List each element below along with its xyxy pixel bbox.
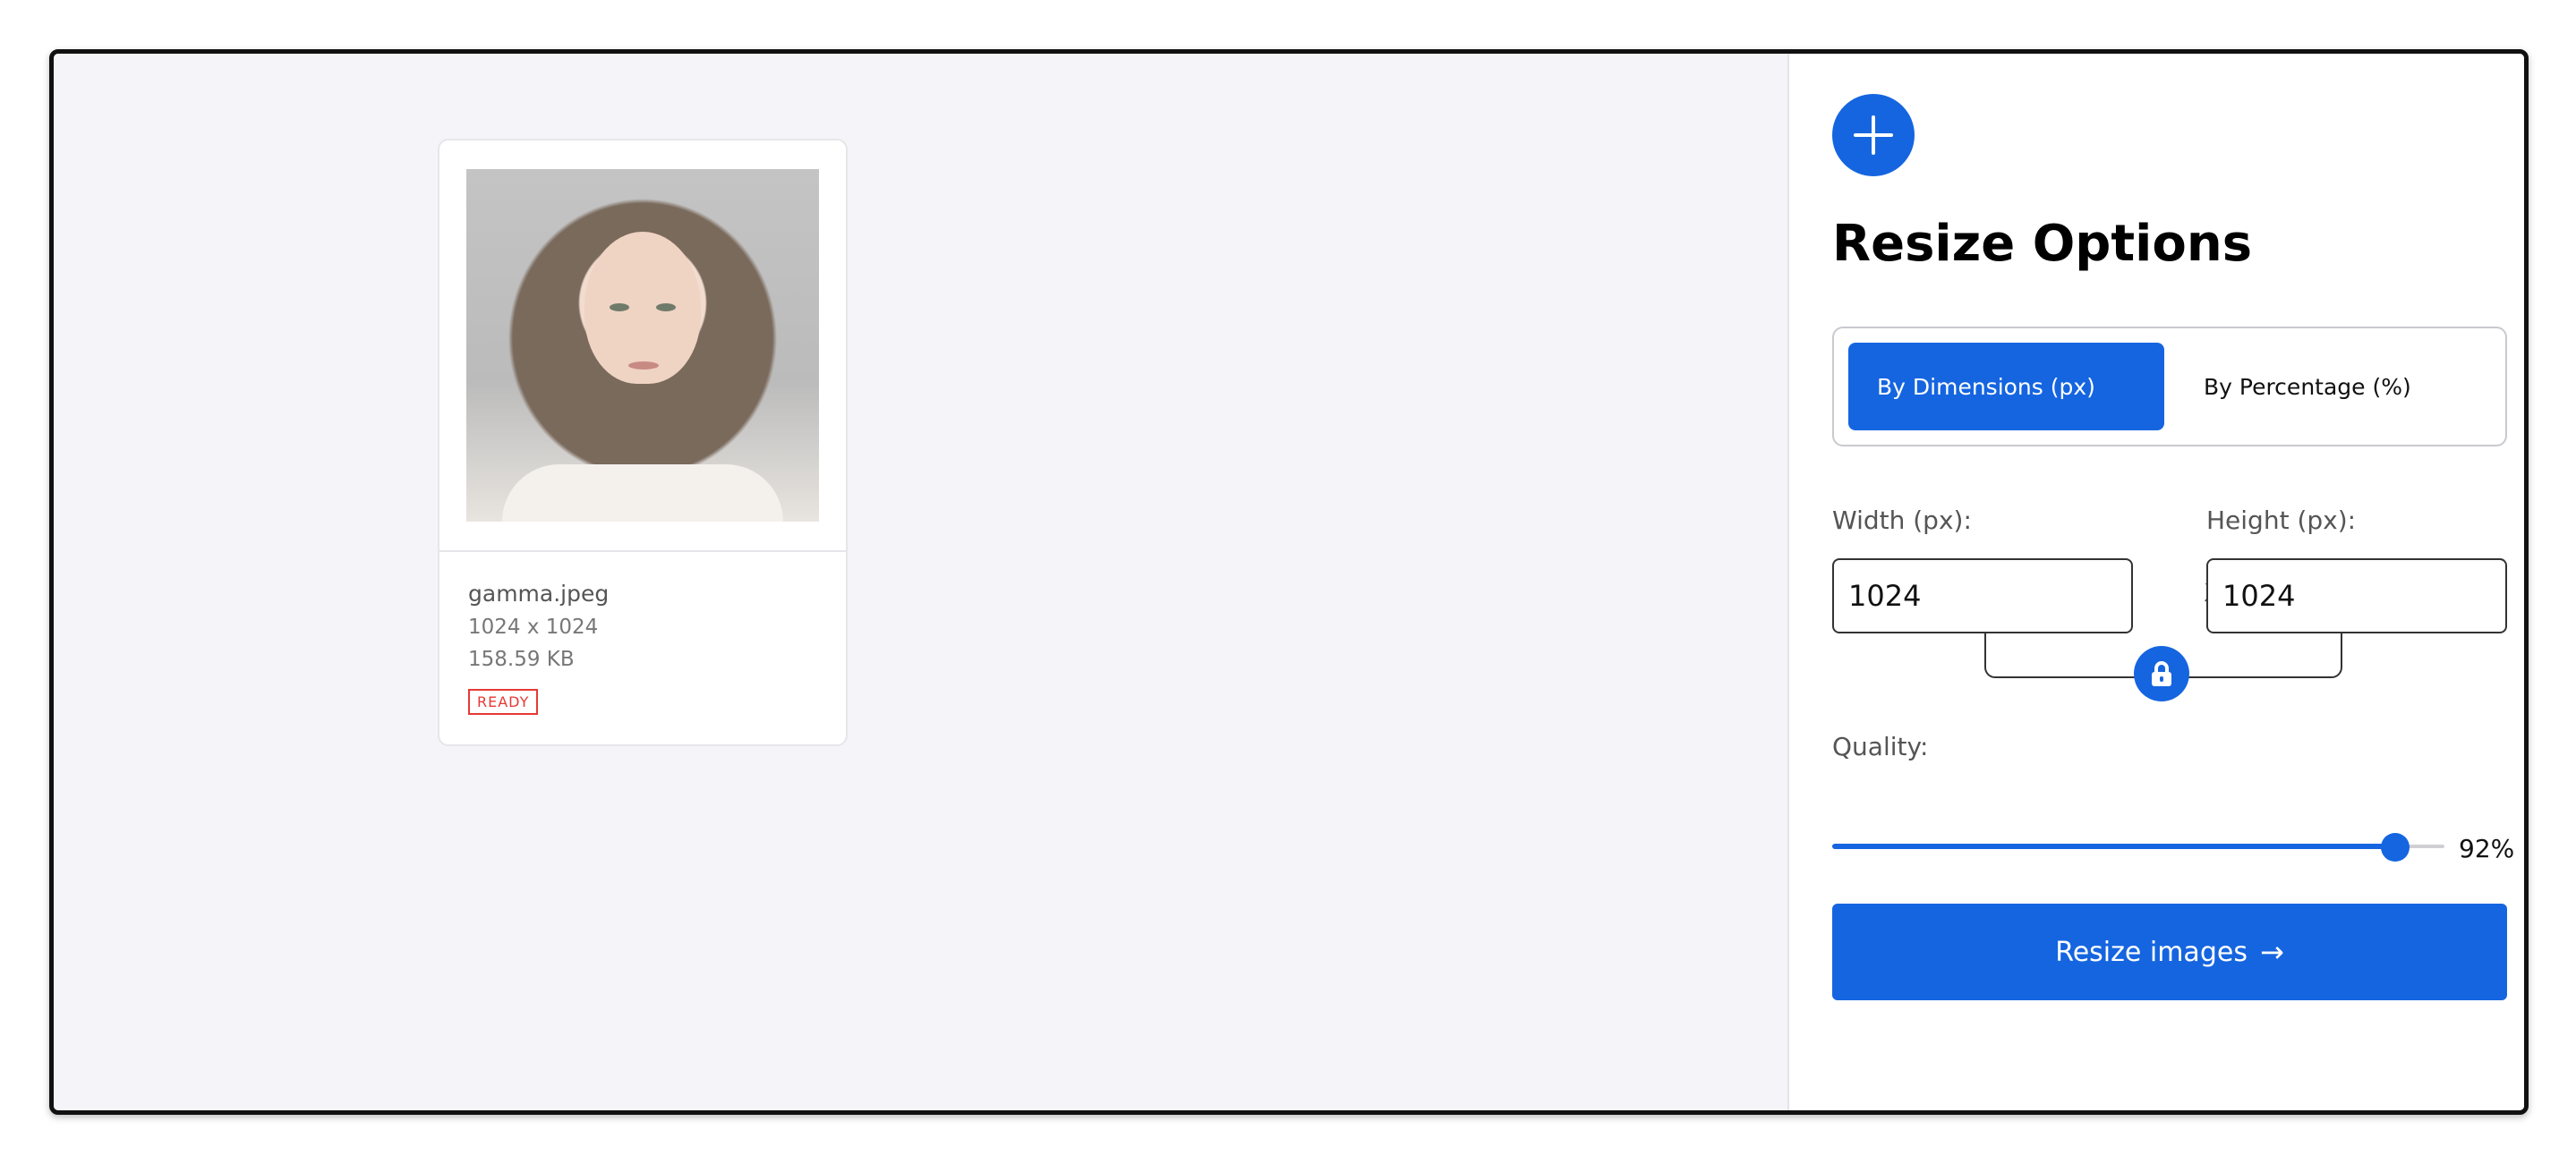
height-label: Height (px):: [2206, 506, 2357, 535]
aspect-lock-button[interactable]: [2134, 646, 2189, 701]
tab-by-percentage[interactable]: By Percentage (%): [2175, 343, 2491, 430]
file-info: gamma.jpeg 1024 x 1024 158.59 KB READY: [439, 552, 846, 715]
page-title: Resize Options: [1832, 215, 2253, 273]
lock-icon: [2152, 661, 2171, 686]
thumbnail-eye-right: [656, 303, 676, 311]
thumbnail-mouth: [628, 361, 659, 370]
image-workspace: gamma.jpeg 1024 x 1024 158.59 KB READY: [54, 54, 1787, 1110]
quality-slider[interactable]: [1832, 833, 2444, 862]
resize-mode-toggle: By Dimensions (px) By Percentage (%): [1832, 327, 2507, 446]
thumbnail-shirt: [502, 464, 783, 522]
arrow-right-icon: →: [2259, 935, 2284, 969]
thumbnail-eye-left: [610, 303, 629, 311]
plus-icon: [1854, 115, 1893, 155]
slider-fill: [1832, 844, 2396, 849]
file-name: gamma.jpeg: [468, 581, 610, 607]
resize-images-button[interactable]: Resize images →: [1832, 904, 2507, 1000]
quality-label: Quality:: [1832, 732, 1929, 761]
slider-thumb[interactable]: [2381, 833, 2410, 862]
app-window: gamma.jpeg 1024 x 1024 158.59 KB READY R…: [49, 49, 2529, 1115]
file-dimensions: 1024 x 1024: [468, 616, 599, 639]
width-input[interactable]: [1832, 558, 2133, 633]
image-thumbnail: [466, 169, 819, 522]
quality-value: 92%: [2459, 834, 2515, 863]
tab-by-dimensions[interactable]: By Dimensions (px): [1848, 343, 2164, 430]
width-label: Width (px):: [1832, 506, 1972, 535]
add-images-button[interactable]: [1832, 94, 1915, 176]
file-size: 158.59 KB: [468, 648, 575, 671]
height-input[interactable]: [2206, 558, 2507, 633]
thumbnail-frame: [439, 140, 846, 552]
resize-button-label: Resize images: [2055, 936, 2248, 968]
status-badge: READY: [468, 689, 539, 715]
image-card[interactable]: gamma.jpeg 1024 x 1024 158.59 KB READY: [438, 139, 848, 746]
resize-options-panel: Resize Options By Dimensions (px) By Per…: [1787, 54, 2524, 1110]
